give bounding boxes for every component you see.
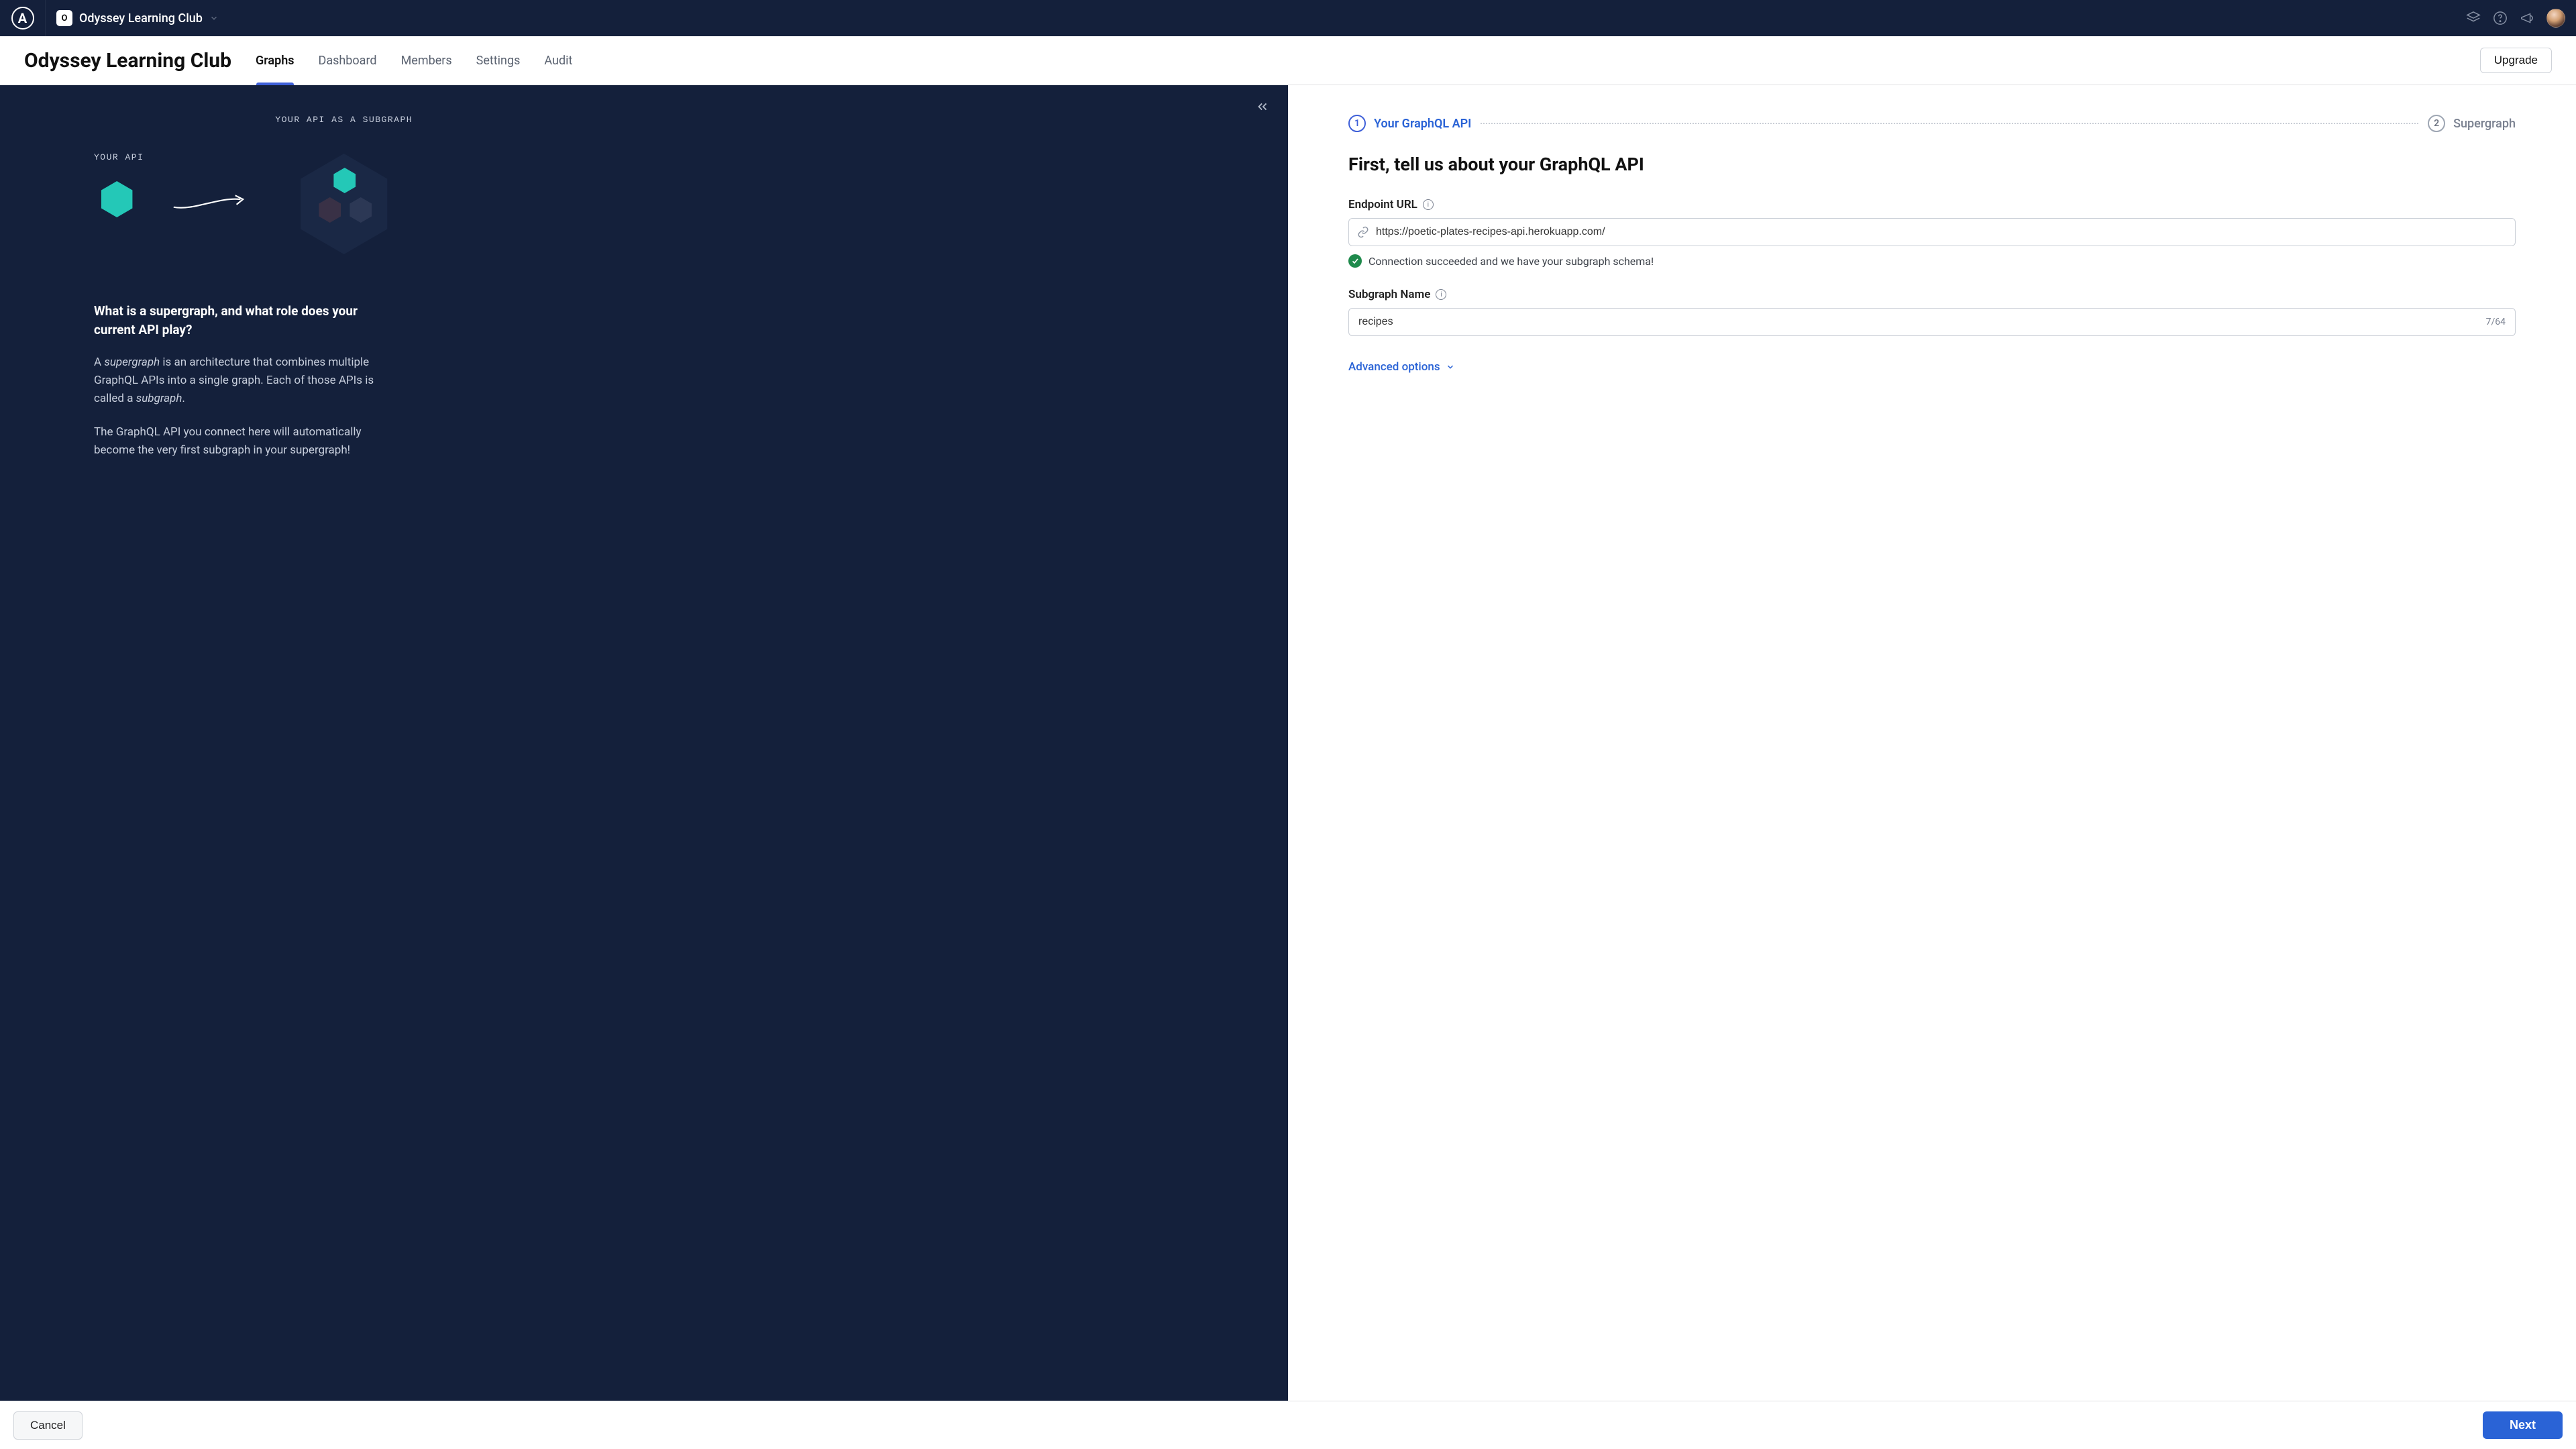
intro-paragraph-1: A supergraph is an architecture that com… [94,354,389,409]
wizard-footer: Cancel Next [0,1401,2576,1449]
hexagon-icon [99,181,135,217]
main-content: YOUR API YOUR API AS A SUBGRAPH What is … [0,85,2576,1401]
step-connector [1481,123,2418,124]
endpoint-url-label: Endpoint URL [1348,198,1417,211]
subgraph-cluster-icon [290,144,398,264]
user-avatar[interactable] [2546,9,2565,28]
subgraph-name-input-wrap: 7/64 [1348,308,2516,336]
connection-status: Connection succeeded and we have your su… [1348,254,2516,268]
char-count: 7/64 [2486,317,2506,327]
chevron-down-icon [1446,362,1455,372]
link-icon [1357,226,1369,238]
tab-dashboard[interactable]: Dashboard [319,36,377,85]
upgrade-button[interactable]: Upgrade [2480,48,2552,73]
success-check-icon [1348,254,1362,268]
tab-members[interactable]: Members [401,36,452,85]
step-2: 2 Supergraph [2428,115,2516,132]
topbar-actions [2466,9,2565,28]
help-icon[interactable] [2493,11,2508,25]
page-title: Odyssey Learning Club [24,49,231,72]
org-switcher[interactable]: O Odyssey Learning Club [46,0,229,36]
advanced-options-toggle[interactable]: Advanced options [1348,360,1455,374]
connection-success-text: Connection succeeded and we have your su… [1368,255,1654,268]
diagram-left-label: YOUR API [94,152,144,162]
form-title: First, tell us about your GraphQL API [1348,154,2516,175]
step-2-label: Supergraph [2453,117,2516,131]
org-badge-icon: O [56,10,72,26]
intro-heading: What is a supergraph, and what role does… [94,302,389,339]
next-button[interactable]: Next [2483,1411,2563,1439]
step-indicator: 1 Your GraphQL API 2 Supergraph [1348,115,2516,132]
tab-audit[interactable]: Audit [544,36,572,85]
org-name-label: Odyssey Learning Club [79,11,203,25]
top-navbar: A O Odyssey Learning Club [0,0,2576,36]
graph-icon[interactable] [2466,11,2481,25]
header-tabs: Graphs Dashboard Members Settings Audit [256,36,572,85]
step-2-number: 2 [2428,115,2445,132]
page-header: Odyssey Learning Club Graphs Dashboard M… [0,36,2576,85]
step-1-label: Your GraphQL API [1374,117,1471,131]
step-1-number: 1 [1348,115,1366,132]
tab-settings[interactable]: Settings [476,36,521,85]
info-icon[interactable]: i [1423,199,1434,210]
chevron-down-icon [209,13,219,23]
intro-panel: YOUR API YOUR API AS A SUBGRAPH What is … [0,85,1288,1401]
endpoint-url-input[interactable] [1376,226,2507,238]
advanced-options-label: Advanced options [1348,360,1440,374]
tab-graphs[interactable]: Graphs [256,36,294,85]
info-icon[interactable]: i [1436,289,1446,300]
arrow-icon [170,189,248,215]
apollo-logo-icon: A [11,7,34,30]
cancel-button[interactable]: Cancel [13,1411,83,1440]
step-1: 1 Your GraphQL API [1348,115,1471,132]
intro-paragraph-2: The GraphQL API you connect here will au… [94,423,389,460]
announcement-icon[interactable] [2520,11,2534,25]
subgraph-name-label: Subgraph Name [1348,288,1430,301]
form-panel: 1 Your GraphQL API 2 Supergraph First, t… [1288,85,2576,1401]
endpoint-url-input-wrap [1348,218,2516,246]
subgraph-name-input[interactable] [1358,316,2486,328]
app-logo[interactable]: A [0,0,46,36]
collapse-panel-button[interactable] [1253,97,1272,116]
subgraph-diagram: YOUR API YOUR API AS A SUBGRAPH [94,115,1248,264]
diagram-right-label: YOUR API AS A SUBGRAPH [275,115,413,125]
